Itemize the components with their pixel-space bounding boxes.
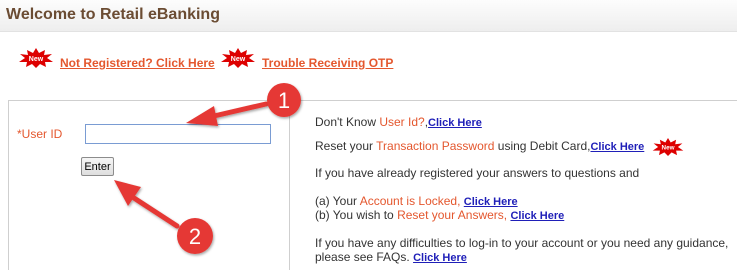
help-line-difficulties: If you have any difficulties to log-in t… <box>315 236 729 250</box>
trouble-otp-link[interactable]: Trouble Receiving OTP <box>262 56 393 70</box>
userid-label: *User ID <box>17 127 62 141</box>
help-line-faqs: please see FAQs. Click Here <box>315 250 467 264</box>
help-line-reset-answers: (b) You wish to Reset your Answers, Clic… <box>315 208 565 222</box>
panel-divider <box>289 101 290 270</box>
page-title: Welcome to Retail eBanking <box>6 6 220 23</box>
help-line-forgot-userid: Don't Know User Id?,Click Here <box>315 115 482 129</box>
account-locked-link[interactable]: Click Here <box>464 196 518 208</box>
notice-row: New Not Registered? Click Here New Troub… <box>0 48 737 74</box>
page-header: Welcome to Retail eBanking <box>0 0 737 32</box>
help-line-account-locked: (a) Your Account is Locked, Click Here <box>315 194 518 208</box>
enter-button[interactable]: Enter <box>81 157 114 176</box>
login-box: *User ID Enter Don't Know User Id?,Click… <box>8 100 737 270</box>
reset-txn-password-link[interactable]: Click Here <box>590 141 644 153</box>
new-badge-icon: New <box>220 48 256 68</box>
new-badge-icon: New <box>650 138 686 156</box>
help-line-reset-txn-password: Reset your Transaction Password using De… <box>315 138 686 156</box>
svg-text:New: New <box>661 145 674 152</box>
userid-input[interactable] <box>85 124 271 144</box>
login-form: *User ID Enter <box>9 101 289 270</box>
reset-answers-link[interactable]: Click Here <box>510 210 564 222</box>
help-line-registered-answers: If you have already registered your answ… <box>315 166 640 180</box>
forgot-userid-link[interactable]: Click Here <box>428 117 482 129</box>
svg-text:New: New <box>29 56 44 63</box>
help-panel: Don't Know User Id?,Click Here Reset you… <box>315 101 737 270</box>
userid-label-text: User ID <box>21 127 63 141</box>
new-badge-icon: New <box>18 48 54 68</box>
svg-text:New: New <box>231 56 246 63</box>
not-registered-link[interactable]: Not Registered? Click Here <box>60 56 215 70</box>
faqs-link[interactable]: Click Here <box>413 252 467 264</box>
